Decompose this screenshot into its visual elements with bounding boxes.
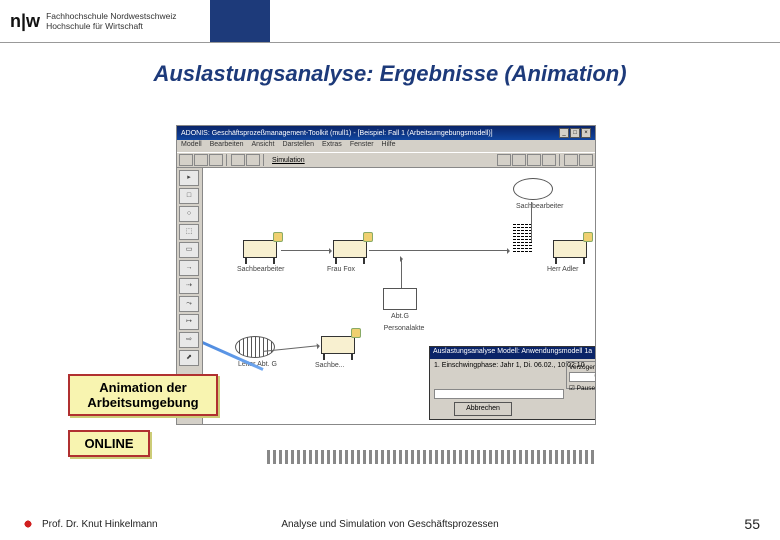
simulation-dialog: Auslastungsanalyse Modell: Anwendungsmod… (429, 346, 595, 420)
person-icon (583, 232, 593, 242)
person-icon (363, 232, 373, 242)
minimize-icon[interactable]: _ (559, 128, 569, 138)
palette-tool[interactable]: ▸ (179, 170, 199, 186)
institution-logo: n|w Fachhochschule Nordwestschweiz Hochs… (0, 0, 210, 42)
institution-line1: Fachhochschule Nordwestschweiz (46, 11, 176, 21)
toolbar-button[interactable] (194, 154, 208, 166)
palette-tool[interactable]: ↦ (179, 314, 199, 330)
footer-title: Analyse und Simulation von Geschäftsproz… (281, 519, 498, 530)
toolbar-button[interactable] (497, 154, 511, 166)
connector-line (531, 202, 532, 242)
cancel-button[interactable]: Abbrechen (454, 402, 512, 416)
palette-tool[interactable]: ○ (179, 206, 199, 222)
header-divider (0, 42, 780, 43)
app-menubar: Modell Bearbeiten Ansicht Darstellen Ext… (177, 140, 595, 152)
connector-line (401, 258, 402, 288)
resource-node: Abt.G Personalakte (383, 288, 417, 310)
menu-item[interactable]: Fenster (350, 141, 374, 151)
hatch-bar (267, 450, 597, 464)
palette-tool[interactable]: ⬚ (179, 224, 199, 240)
model-canvas[interactable]: Sachbearbeiter Sachbearbeiter Frau Fox H… (203, 168, 595, 424)
palette-tool[interactable]: ⤳ (179, 296, 199, 312)
palette-tool[interactable]: ⬈ (179, 350, 199, 366)
toolbar-button[interactable] (542, 154, 556, 166)
menu-item[interactable]: Darstellen (282, 141, 314, 151)
maximize-icon[interactable]: □ (570, 128, 580, 138)
menu-item[interactable]: Modell (181, 141, 202, 151)
connector-arrow (281, 250, 331, 251)
toolbar-button[interactable] (527, 154, 541, 166)
page-number: 55 (744, 516, 760, 532)
toolbar-button[interactable] (564, 154, 578, 166)
toolbar-button[interactable] (231, 154, 245, 166)
workstation-node: Sachbe... (321, 336, 355, 354)
palette-tool[interactable]: → (179, 260, 199, 276)
role-node: Leiter Abt. G (235, 336, 275, 358)
palette-tool[interactable]: □ (179, 188, 199, 204)
workstation-node: Herr Adler (553, 240, 587, 258)
palette-tool[interactable]: ⇨ (179, 332, 199, 348)
delay-group: Verzögerung: 0.000 ☑ Pause (566, 361, 595, 389)
dialog-title: Auslastungsanalyse Modell: Anwendungsmod… (433, 348, 592, 358)
palette-tool[interactable]: ▭ (179, 242, 199, 258)
toolbar-tab-simulation[interactable]: Simulation (272, 157, 305, 164)
callout-animation: Animation der Arbeitsumgebung (68, 374, 218, 416)
delay-value-field[interactable]: 0.000 (569, 372, 595, 382)
footer-author: Prof. Dr. Knut Hinkelmann (42, 519, 158, 530)
toolbar-button[interactable] (579, 154, 593, 166)
workstation-node: Frau Fox (333, 240, 367, 258)
toolbar-button[interactable] (512, 154, 526, 166)
toolbar-button[interactable] (246, 154, 260, 166)
header-accent-block (210, 0, 270, 42)
progress-bar (434, 389, 564, 399)
rooster-icon (20, 516, 36, 532)
workstation-node: Sachbearbeiter (243, 240, 277, 258)
palette-tool[interactable]: ⇢ (179, 278, 199, 294)
callout-online: ONLINE (68, 430, 150, 457)
close-icon[interactable]: × (581, 128, 591, 138)
app-title-text: ADONIS: Geschäftsprozeßmanagement-Toolki… (181, 130, 493, 137)
menu-item[interactable]: Ansicht (251, 141, 274, 151)
person-icon (273, 232, 283, 242)
app-toolbar: Simulation (177, 152, 595, 168)
connector-arrow (369, 250, 509, 251)
slide-footer: Prof. Dr. Knut Hinkelmann Analyse und Si… (0, 516, 780, 532)
pause-checkbox[interactable]: Pause (577, 385, 595, 392)
menu-item[interactable]: Extras (322, 141, 342, 151)
role-node: Sachbearbeiter (513, 178, 553, 200)
adonis-application-window: ADONIS: Geschäftsprozeßmanagement-Toolki… (176, 125, 596, 425)
app-titlebar: ADONIS: Geschäftsprozeßmanagement-Toolki… (177, 126, 595, 140)
person-icon (351, 328, 361, 338)
toolbar-button[interactable] (179, 154, 193, 166)
slide-title: Auslastungsanalyse: Ergebnisse (Animatio… (0, 61, 780, 87)
institution-line2: Hochschule für Wirtschaft (46, 21, 176, 31)
menu-item[interactable]: Bearbeiten (210, 141, 244, 151)
toolbar-button[interactable] (209, 154, 223, 166)
menu-item[interactable]: Hilfe (382, 141, 396, 151)
